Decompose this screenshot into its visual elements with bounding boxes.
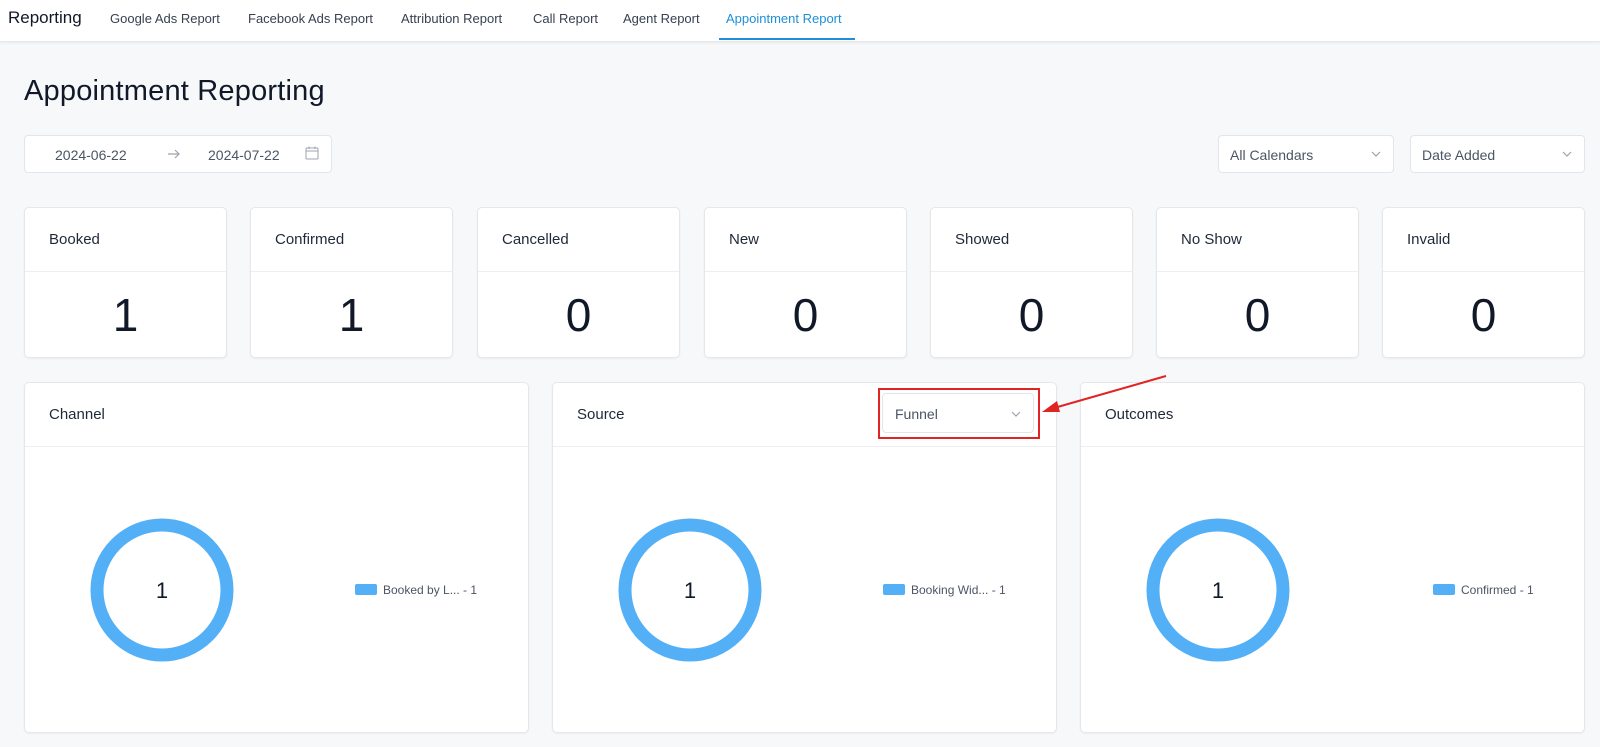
stat-label: No Show <box>1181 231 1242 248</box>
stat-card-confirmed: Confirmed 1 <box>250 207 453 358</box>
outcomes-donut-chart[interactable]: 1 <box>1145 517 1291 663</box>
calendar-icon[interactable] <box>305 146 319 160</box>
date-type-select-value: Date Added <box>1422 147 1496 163</box>
divider <box>1081 446 1584 447</box>
source-donut-chart[interactable]: 1 <box>617 517 763 663</box>
date-range-picker[interactable]: 2024-06-22 2024-07-22 <box>24 135 332 173</box>
outcomes-panel: Outcomes 1 Confirmed - 1 <box>1080 382 1585 733</box>
top-nav: Reporting Google Ads Report Facebook Ads… <box>0 0 1600 42</box>
stat-card-showed: Showed 0 <box>930 207 1133 358</box>
calendar-select-value: All Calendars <box>1230 147 1314 163</box>
tab-google-ads-report[interactable]: Google Ads Report <box>110 11 220 26</box>
panel-title: Channel <box>49 406 105 423</box>
stat-label: Confirmed <box>275 231 345 248</box>
stat-card-no-show: No Show 0 <box>1156 207 1359 358</box>
stat-card-invalid: Invalid 0 <box>1382 207 1585 358</box>
channel-panel: Channel 1 Booked by L... - 1 <box>24 382 529 733</box>
active-tab-indicator <box>719 38 855 40</box>
stat-card-new: New 0 <box>704 207 907 358</box>
annotation-arrow-icon <box>1042 375 1167 412</box>
date-type-select[interactable]: Date Added <box>1410 135 1585 173</box>
page-title: Appointment Reporting <box>24 75 325 107</box>
legend-swatch <box>355 584 377 595</box>
divider <box>478 271 679 272</box>
tab-agent-report[interactable]: Agent Report <box>623 11 700 26</box>
end-date-input[interactable]: 2024-07-22 <box>208 147 280 163</box>
stat-card-booked: Booked 1 <box>24 207 227 358</box>
chevron-down-icon <box>1371 151 1381 157</box>
stat-label: Cancelled <box>502 231 569 248</box>
stat-value: 0 <box>1244 289 1271 341</box>
stat-label: Showed <box>955 231 1010 248</box>
channel-donut-chart[interactable]: 1 <box>89 517 235 663</box>
stat-value: 0 <box>565 289 592 341</box>
stat-label: New <box>729 231 760 248</box>
stat-card-cancelled: Cancelled 0 <box>477 207 680 358</box>
divider <box>1383 271 1584 272</box>
stat-value: 0 <box>1470 289 1497 341</box>
divider <box>1157 271 1358 272</box>
start-date-input[interactable]: 2024-06-22 <box>55 147 127 163</box>
stat-label: Invalid <box>1407 231 1451 248</box>
legend-swatch <box>883 584 905 595</box>
donut-center-value: 1 <box>156 578 168 603</box>
divider <box>705 271 906 272</box>
arrow-right-icon <box>168 149 180 159</box>
tab-call-report[interactable]: Call Report <box>533 11 598 26</box>
brand-title: Reporting <box>8 8 82 27</box>
tab-attribution-report[interactable]: Attribution Report <box>401 11 502 26</box>
panel-title: Source <box>577 406 625 423</box>
chevron-down-icon <box>1562 151 1572 157</box>
divider <box>251 271 452 272</box>
stat-value: 1 <box>112 289 139 341</box>
legend-item: Booked by L... - 1 <box>383 583 478 597</box>
divider <box>25 271 226 272</box>
divider <box>553 446 1056 447</box>
tab-appointment-report[interactable]: Appointment Report <box>726 11 842 26</box>
annotation-highlight-box <box>878 388 1040 439</box>
stat-label: Booked <box>49 231 100 248</box>
tab-facebook-ads-report[interactable]: Facebook Ads Report <box>248 11 373 26</box>
legend-item: Confirmed - 1 <box>1461 583 1534 597</box>
stat-value: 0 <box>1018 289 1045 341</box>
calendar-select[interactable]: All Calendars <box>1218 135 1394 173</box>
donut-center-value: 1 <box>1212 578 1224 603</box>
stat-value: 0 <box>792 289 819 341</box>
donut-center-value: 1 <box>684 578 696 603</box>
legend-swatch <box>1433 584 1455 595</box>
stat-value: 1 <box>338 289 365 341</box>
legend-item: Booking Wid... - 1 <box>911 583 1006 597</box>
divider <box>931 271 1132 272</box>
divider <box>25 446 528 447</box>
